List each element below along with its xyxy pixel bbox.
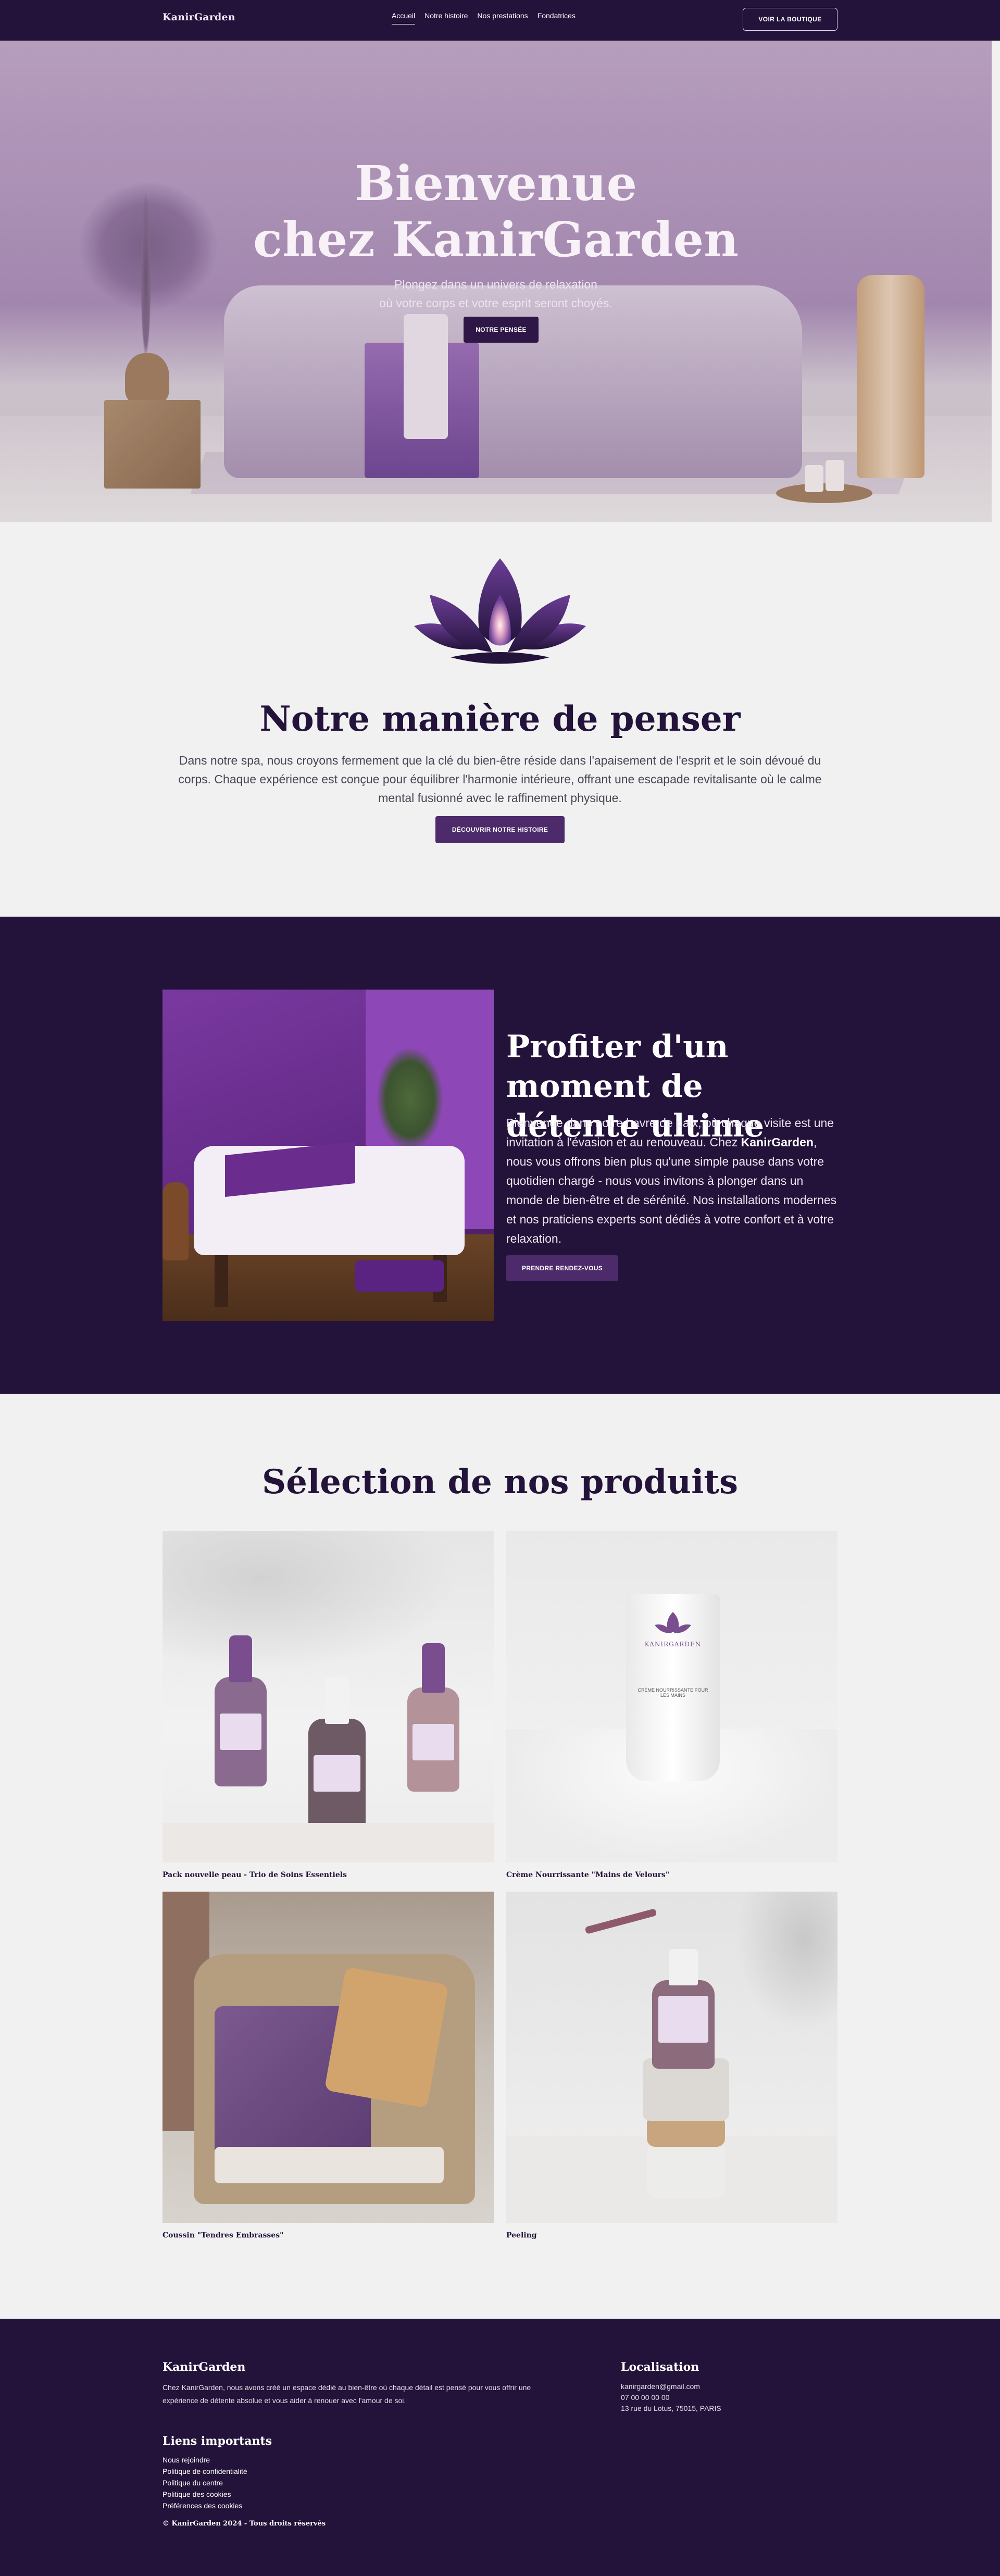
brand-logo[interactable]: KanirGarden	[162, 11, 235, 23]
footer: KanirGarden Chez KanirGarden, nous avons…	[0, 2319, 1000, 2576]
footer-link-join[interactable]: Nous rejoindre	[162, 2454, 247, 2466]
top-navbar: KanirGarden Accueil Notre histoire Nos p…	[0, 0, 1000, 41]
footer-email[interactable]: kanirgarden@gmail.com	[621, 2381, 721, 2392]
footer-link-cookie-prefs[interactable]: Préférences des cookies	[162, 2500, 247, 2511]
product-card[interactable]: Peeling	[506, 1892, 838, 2240]
product-name[interactable]: Peeling	[506, 2231, 838, 2240]
philosophy-text: Dans notre spa, nous croyons fermement q…	[178, 754, 822, 805]
product-name[interactable]: Crème Nourrissante "Mains de Velours"	[506, 1871, 838, 1879]
relax-text: Bienvenue dans notre havre de paix, où c…	[506, 1116, 837, 1245]
hero-subtitle: Plongez dans un univers de relaxation où…	[379, 278, 612, 310]
shop-button[interactable]: VOIR LA BOUTIQUE	[743, 8, 838, 31]
footer-address: 13 rue du Lotus, 75015, PARIS	[621, 2404, 721, 2412]
location-block: kanirgarden@gmail.com 07 00 00 00 00 13 …	[621, 2381, 721, 2414]
nav-link-nos-prestations[interactable]: Nos prestations	[477, 11, 528, 24]
philosophy-section: Notre manière de penser Dans notre spa, …	[0, 522, 1000, 917]
plant-image	[376, 1047, 444, 1151]
copyright: © KanirGarden 2024 - Tous droits réservé…	[162, 2520, 326, 2528]
product-card[interactable]: Coussin "Tendres Embrasses"	[162, 1892, 494, 2240]
links-title: Liens importants	[162, 2434, 272, 2448]
footer-link-center-policy[interactable]: Politique du centre	[162, 2477, 247, 2489]
peeling-serum-image	[506, 1892, 838, 2223]
product-card[interactable]: Pack nouvelle peau - Trio de Soins Essen…	[162, 1531, 494, 1879]
footer-brand: KanirGarden	[162, 2360, 246, 2374]
tube-brand-text: KANIRGARDEN	[644, 1641, 702, 1648]
footer-phone[interactable]: 07 00 00 00 00	[621, 2392, 721, 2403]
hero-cta-button[interactable]: NOTRE PENSÉE	[464, 317, 539, 343]
footer-link-cookies-policy[interactable]: Politique des cookies	[162, 2489, 247, 2500]
location-title: Localisation	[621, 2360, 699, 2374]
lotus-icon	[655, 1612, 691, 1633]
spa-room-image	[162, 990, 494, 1321]
nav-link-notre-histoire[interactable]: Notre histoire	[424, 11, 468, 24]
discover-story-button[interactable]: DÉCOUVRIR NOTRE HISTOIRE	[435, 816, 565, 843]
nav-link-accueil[interactable]: Accueil	[392, 11, 416, 24]
tube-label-text: CRÈME NOURRISSANTE POUR LES MAINS	[638, 1687, 708, 1698]
hero-title: Bienvenue chez KanirGarden	[253, 155, 739, 268]
nav-link-fondatrices[interactable]: Fondatrices	[538, 11, 576, 24]
lotus-icon	[414, 558, 586, 664]
footer-links: Nous rejoindre Politique de confidential…	[162, 2454, 247, 2511]
nav-links: Accueil Notre histoire Nos prestations F…	[392, 11, 576, 24]
folded-towels-image	[355, 1260, 444, 1292]
footer-description: Chez KanirGarden, nous avons créé un esp…	[162, 2383, 531, 2405]
philosophy-title: Notre manière de penser	[259, 698, 741, 739]
product-card[interactable]: KANIRGARDEN CRÈME NOURRISSANTE POUR LES …	[506, 1531, 838, 1879]
footer-link-privacy[interactable]: Politique de confidentialité	[162, 2466, 247, 2477]
product-name[interactable]: Pack nouvelle peau - Trio de Soins Essen…	[162, 1871, 494, 1879]
hero-section: Bienvenue chez KanirGarden Plongez dans …	[0, 41, 992, 522]
serum-trio-image	[162, 1531, 494, 1862]
products-section: Sélection de nos produits Pack nouvelle …	[0, 1394, 1000, 2319]
product-name[interactable]: Coussin "Tendres Embrasses"	[162, 2231, 494, 2240]
hand-cream-image: KANIRGARDEN CRÈME NOURRISSANTE POUR LES …	[506, 1531, 838, 1862]
products-title: Sélection de nos produits	[262, 1462, 738, 1502]
cushion-image	[162, 1892, 494, 2223]
relax-section: Profiter d'un moment de détente ultime B…	[0, 917, 1000, 1394]
book-appointment-button[interactable]: PRENDRE RENDEZ-VOUS	[506, 1255, 618, 1281]
